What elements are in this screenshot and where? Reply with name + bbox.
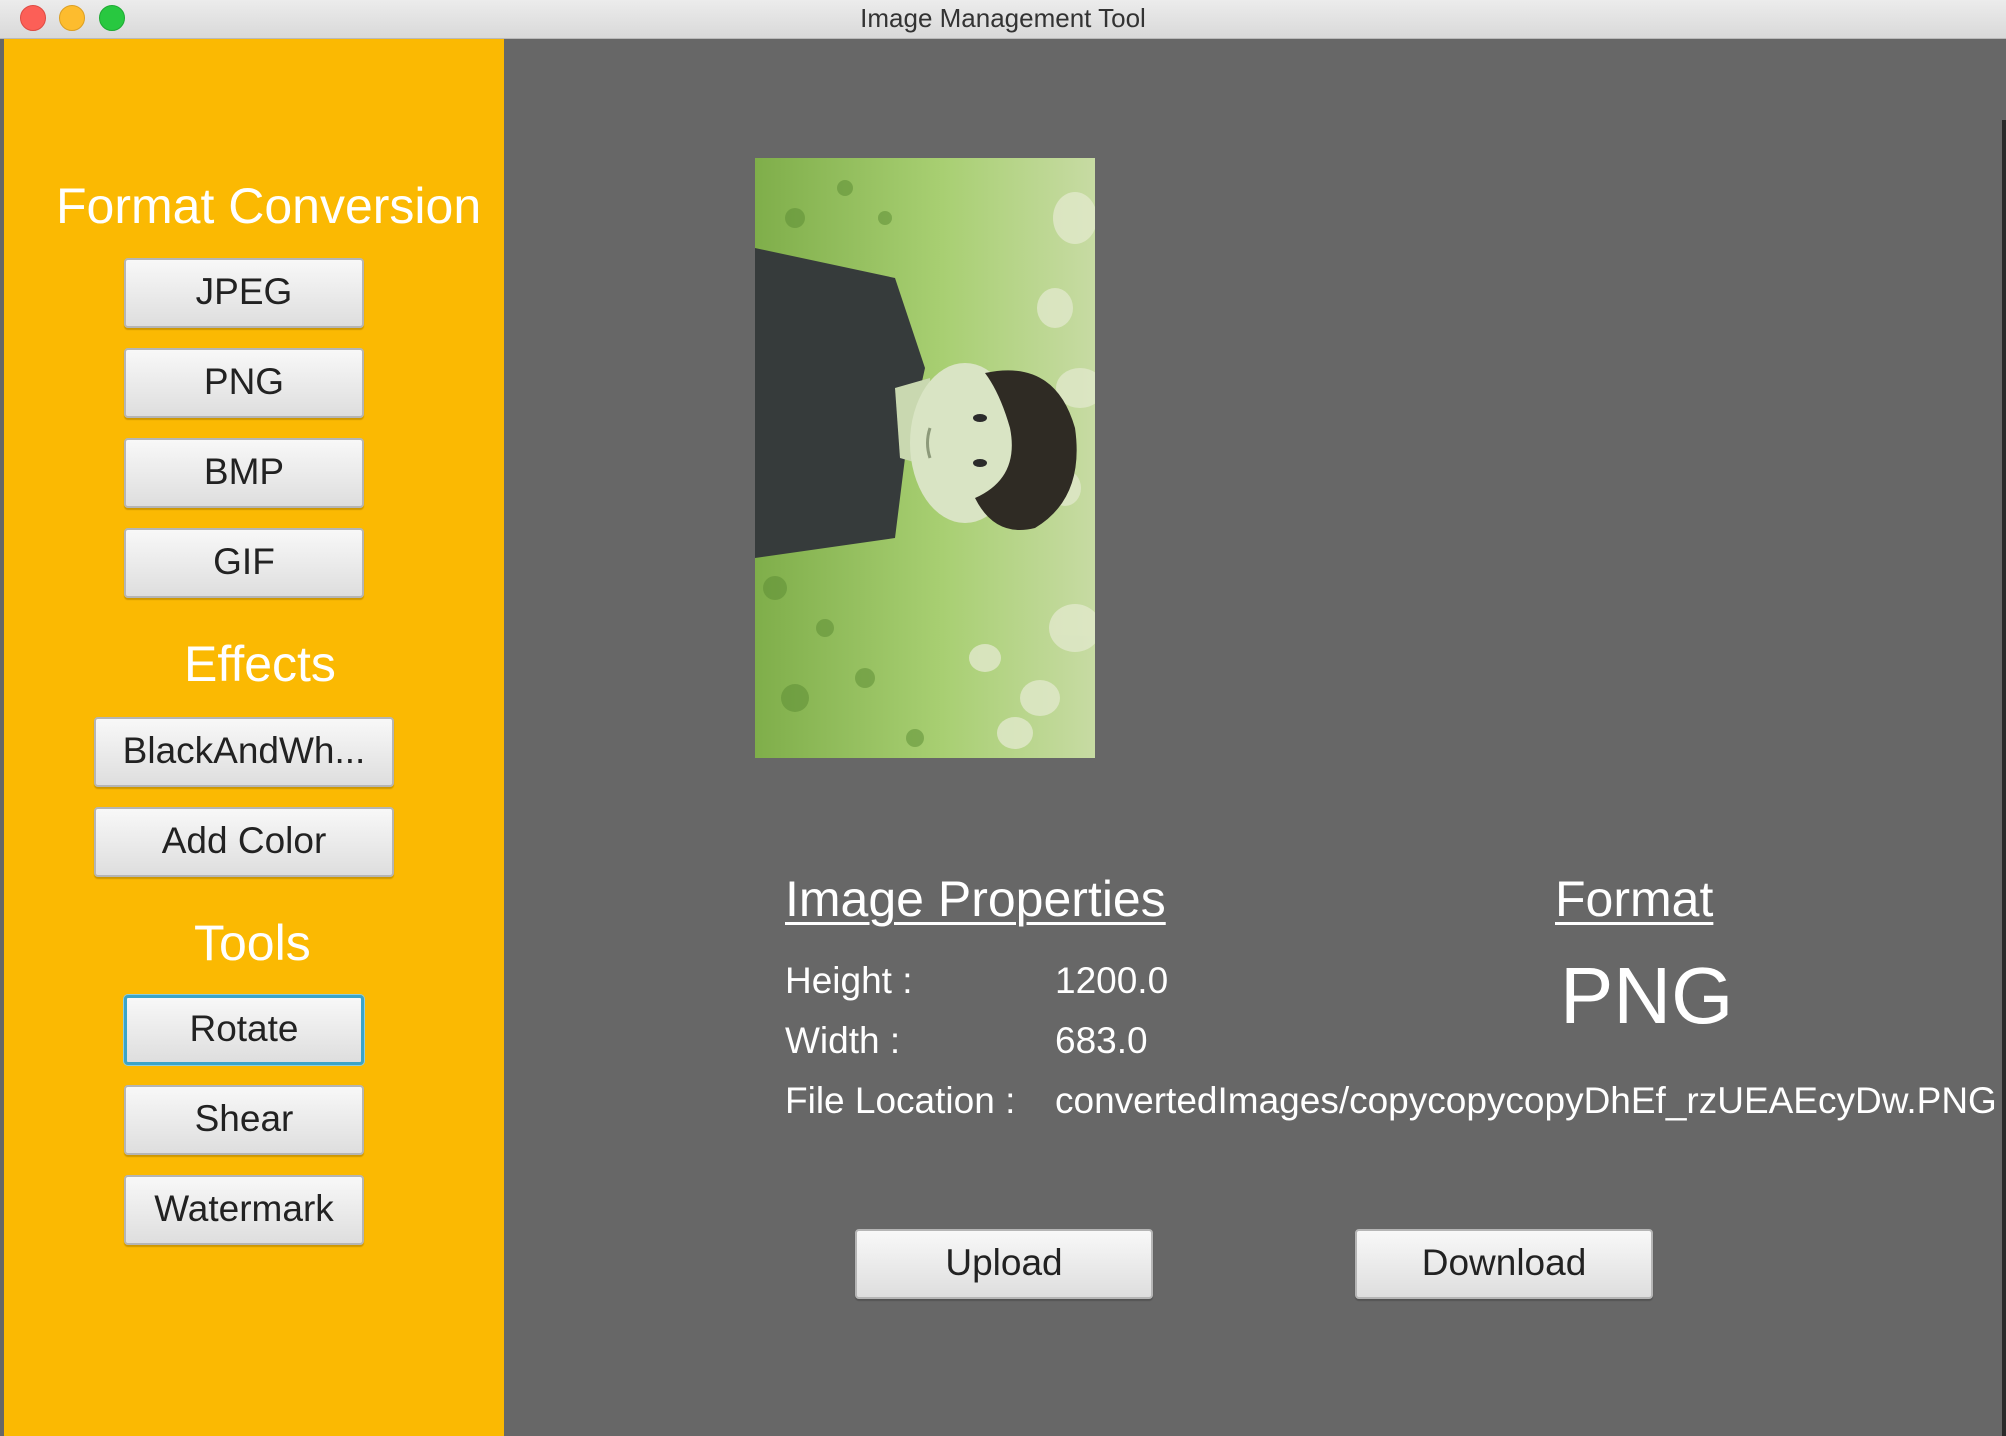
maximize-window-button[interactable] <box>99 5 125 31</box>
close-window-button[interactable] <box>20 5 46 31</box>
width-value: 683.0 <box>1055 1020 1148 1061</box>
file-location-value: convertedImages/copycopycopyDhEf_rzUEAEc… <box>1055 1080 1997 1121</box>
bmp-button[interactable]: BMP <box>124 438 364 508</box>
effects-title: Effects <box>184 636 336 692</box>
app-window: Image Management Tool Format Conversion … <box>0 0 2006 1436</box>
add-color-button[interactable]: Add Color <box>94 807 394 877</box>
download-button[interactable]: Download <box>1355 1229 1653 1299</box>
window-title: Image Management Tool <box>860 3 1146 33</box>
format-heading: Format <box>1555 871 1714 927</box>
width-label: Width : <box>785 1020 901 1061</box>
rotate-button[interactable]: Rotate <box>124 995 364 1065</box>
format-value: PNG <box>1560 951 1734 1040</box>
height-value: 1200.0 <box>1055 960 1169 1001</box>
tools-title: Tools <box>194 915 311 971</box>
black-and-white-button[interactable]: BlackAndWh... <box>94 717 394 787</box>
window-edge <box>2002 120 2006 1436</box>
image-properties-heading: Image Properties <box>785 871 1166 927</box>
jpeg-button[interactable]: JPEG <box>124 258 364 328</box>
height-label: Height : <box>785 960 913 1001</box>
image-preview <box>755 158 1095 758</box>
watermark-button[interactable]: Watermark <box>124 1175 364 1245</box>
upload-button[interactable]: Upload <box>855 1229 1153 1299</box>
sidebar: Format Conversion JPEG PNG BMP GIF Effec… <box>4 39 504 1436</box>
png-button[interactable]: PNG <box>124 348 364 418</box>
file-location-label: File Location : <box>785 1080 1016 1121</box>
shear-button[interactable]: Shear <box>124 1085 364 1155</box>
format-conversion-title: Format Conversion <box>56 178 482 234</box>
gif-button[interactable]: GIF <box>124 528 364 598</box>
title-bar: Image Management Tool <box>0 0 2006 39</box>
minimize-window-button[interactable] <box>59 5 85 31</box>
